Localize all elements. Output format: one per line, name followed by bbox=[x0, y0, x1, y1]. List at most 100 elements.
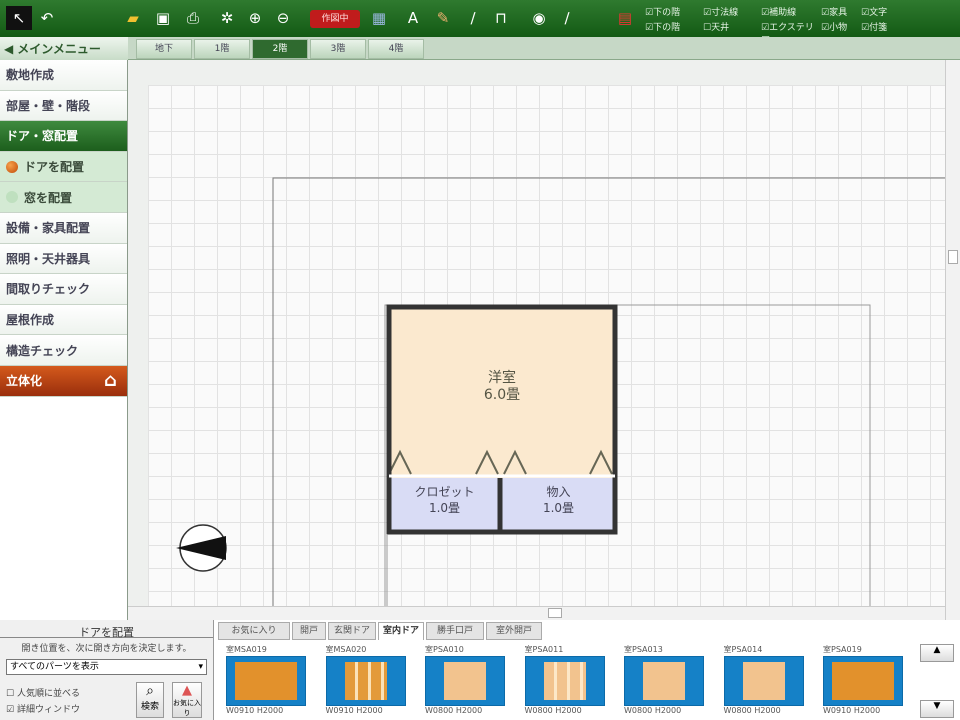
part-tab[interactable]: 室外開戸 bbox=[486, 622, 542, 640]
part-thumbnail bbox=[823, 656, 903, 706]
search-button[interactable]: ⌕ 検索 bbox=[136, 682, 164, 718]
sidebar-item[interactable]: 立体化 ⌂ bbox=[0, 365, 127, 397]
undo-icon[interactable]: ↶ bbox=[36, 6, 58, 30]
display-checkbox[interactable]: ☑文字 bbox=[861, 5, 901, 18]
room-label-western: 洋室 6.0畳 bbox=[483, 370, 521, 403]
sidebar-item-label: 部屋・壁・階段 bbox=[6, 98, 91, 113]
sidebar-item[interactable]: 構造チェック bbox=[0, 335, 127, 366]
sidebar-item[interactable]: 間取りチェック bbox=[0, 274, 127, 305]
zoom-out-icon[interactable]: ⊖ bbox=[272, 6, 294, 30]
part-tab[interactable]: 勝手口戸 bbox=[426, 622, 484, 640]
part-item[interactable]: 室PSA013 W0800 H2000 bbox=[624, 644, 704, 715]
open-folder-icon[interactable]: ▰ bbox=[122, 6, 144, 30]
display-checkbox[interactable]: ☑家具 bbox=[821, 5, 861, 18]
floor-tab[interactable]: 地下 bbox=[136, 39, 192, 59]
part-item[interactable]: 室PSA019 W0910 H2000 bbox=[823, 644, 903, 715]
part-item[interactable]: 室MSA020 W0910 H2000 bbox=[325, 644, 406, 715]
part-size: W0910 H2000 bbox=[823, 706, 881, 715]
back-arrow-icon: ◀ bbox=[4, 41, 14, 56]
detail-window-checkbox[interactable]: ☑ 詳細ウィンドウ bbox=[6, 702, 80, 715]
part-code: 室MSA020 bbox=[325, 645, 367, 654]
door-image bbox=[543, 662, 586, 700]
display-checkbox[interactable]: ☑下の階 bbox=[645, 5, 703, 18]
compass-icon[interactable]: ◉ bbox=[528, 6, 550, 30]
search-icon: ⌕ bbox=[146, 683, 154, 699]
scroll-down-button[interactable]: ▼ bbox=[920, 700, 954, 718]
sidebar-item[interactable]: ドアを配置 bbox=[0, 151, 127, 183]
favorite-button[interactable]: ▲ お気に入り bbox=[172, 682, 202, 718]
part-filter-select[interactable]: すべてのパーツを表示 ▾ bbox=[6, 659, 207, 675]
sidebar-item[interactable]: 部屋・壁・階段 bbox=[0, 90, 127, 122]
measure-icon[interactable]: ∕ bbox=[556, 6, 578, 30]
drawing-canvas[interactable]: ↖ 洋室6.0畳 クロゼット1.0畳 物入1.0畳 bbox=[128, 60, 945, 606]
mode-button[interactable]: 作図中 bbox=[310, 10, 360, 28]
sidebar-item-label: ドア・窓配置 bbox=[6, 129, 79, 144]
pen-icon[interactable]: ∕ bbox=[462, 6, 484, 30]
door-image bbox=[832, 662, 894, 700]
checkbox-label: 下の階 bbox=[653, 8, 681, 18]
checkbox-icon: ☑ bbox=[861, 23, 870, 33]
part-item[interactable]: 室PSA010 W0800 H2000 bbox=[425, 644, 505, 715]
floor-tab[interactable]: 2階 bbox=[252, 39, 308, 59]
room-label-storage: 物入 1.0畳 bbox=[542, 485, 575, 515]
part-item[interactable]: 室PSA011 W0800 H2000 bbox=[524, 644, 605, 715]
part-code: 室PSA010 bbox=[425, 645, 464, 654]
paint-icon[interactable]: ✎ bbox=[432, 6, 454, 30]
vertical-scrollbar[interactable] bbox=[945, 60, 960, 620]
display-icon[interactable]: ▤ bbox=[614, 6, 636, 30]
part-tab[interactable]: 玄関ドア bbox=[328, 622, 376, 640]
checkbox-icon: ☑ bbox=[821, 23, 830, 33]
part-thumbnail bbox=[624, 656, 704, 706]
sidebar-item[interactable]: 照明・天井器具 bbox=[0, 243, 127, 275]
checkbox-icon: ☑ bbox=[821, 8, 830, 18]
sidebar-item[interactable]: 敷地作成 bbox=[0, 60, 127, 91]
sidebar-item[interactable]: 窓を配置 bbox=[0, 182, 127, 213]
main-menu-button[interactable]: ◀ メインメニュー bbox=[0, 37, 128, 60]
sidebar-item-label: ドアを配置 bbox=[24, 160, 85, 175]
print-icon[interactable]: ⎙ bbox=[182, 6, 204, 30]
part-tab[interactable]: 開戸 bbox=[292, 622, 326, 640]
part-item[interactable]: 室PSA014 W0800 H2000 bbox=[723, 644, 804, 715]
horizontal-scrollbar[interactable] bbox=[128, 606, 945, 620]
display-checkbox[interactable]: ☑寸法線 bbox=[703, 5, 761, 18]
save-icon[interactable]: ▣ bbox=[152, 6, 174, 30]
checkbox-icon: ☑ bbox=[645, 8, 654, 18]
settings-icon[interactable]: ✲ bbox=[216, 6, 238, 30]
sidebar-item-label: 敷地作成 bbox=[6, 68, 55, 83]
toolbar: ↖ ↶ ▰ ▣ ⎙ ✲ ⊕ ⊖ 作図中 ▦ A ✎ ∕ ⊓ ◉ ∕ ▤ ☑下の階… bbox=[0, 0, 960, 46]
sidebar-item[interactable]: 屋根作成 bbox=[0, 304, 127, 336]
popular-sort-checkbox[interactable]: ☐ 人気順に並べる bbox=[6, 686, 80, 699]
wall-icon[interactable]: ⊓ bbox=[490, 6, 512, 30]
checkbox-icon: ☑ bbox=[761, 23, 770, 33]
part-tab[interactable]: 室内ドア bbox=[378, 622, 424, 640]
part-code: 室MSA019 bbox=[226, 645, 267, 654]
part-thumbnail bbox=[226, 656, 306, 706]
radio-icon bbox=[6, 191, 18, 204]
part-code: 室PSA013 bbox=[624, 645, 663, 654]
sidebar-item[interactable]: ドア・窓配置 bbox=[0, 121, 127, 152]
part-tab[interactable]: お気に入り bbox=[218, 622, 290, 640]
door-image bbox=[444, 662, 486, 700]
text-icon[interactable]: A bbox=[402, 6, 424, 30]
part-thumbnail bbox=[325, 656, 406, 706]
select-arrow-icon[interactable]: ↖ bbox=[6, 6, 32, 30]
sidebar-item[interactable]: 設備・家具配置 bbox=[0, 212, 127, 244]
part-size: W0800 H2000 bbox=[624, 706, 682, 715]
part-code: 室PSA011 bbox=[524, 645, 564, 654]
checkbox-label: 文字 bbox=[869, 8, 888, 18]
checkbox-label: 家具 bbox=[829, 8, 848, 18]
floor-tab[interactable]: 4階 bbox=[368, 39, 424, 59]
favorite-icon: ▲ bbox=[182, 683, 192, 698]
display-checkbox[interactable]: ☑補助線 bbox=[761, 5, 821, 18]
zoom-in-icon[interactable]: ⊕ bbox=[244, 6, 266, 30]
scroll-up-button[interactable]: ▲ bbox=[920, 644, 954, 662]
calculator-icon[interactable]: ▦ bbox=[368, 6, 390, 30]
house-icon: ⌂ bbox=[104, 370, 117, 392]
floor-tab[interactable]: 3階 bbox=[310, 39, 366, 59]
part-item[interactable]: 室MSA019 W0910 H2000 bbox=[226, 644, 306, 715]
sidebar-item-label: 設備・家具配置 bbox=[6, 221, 91, 236]
floor-tab-bar: ◀ メインメニュー 地下 1階 2階 3階 4階 bbox=[0, 37, 960, 60]
door-image bbox=[344, 662, 387, 700]
floor-tab[interactable]: 1階 bbox=[194, 39, 250, 59]
checkbox-icon: ☑ bbox=[861, 8, 870, 18]
